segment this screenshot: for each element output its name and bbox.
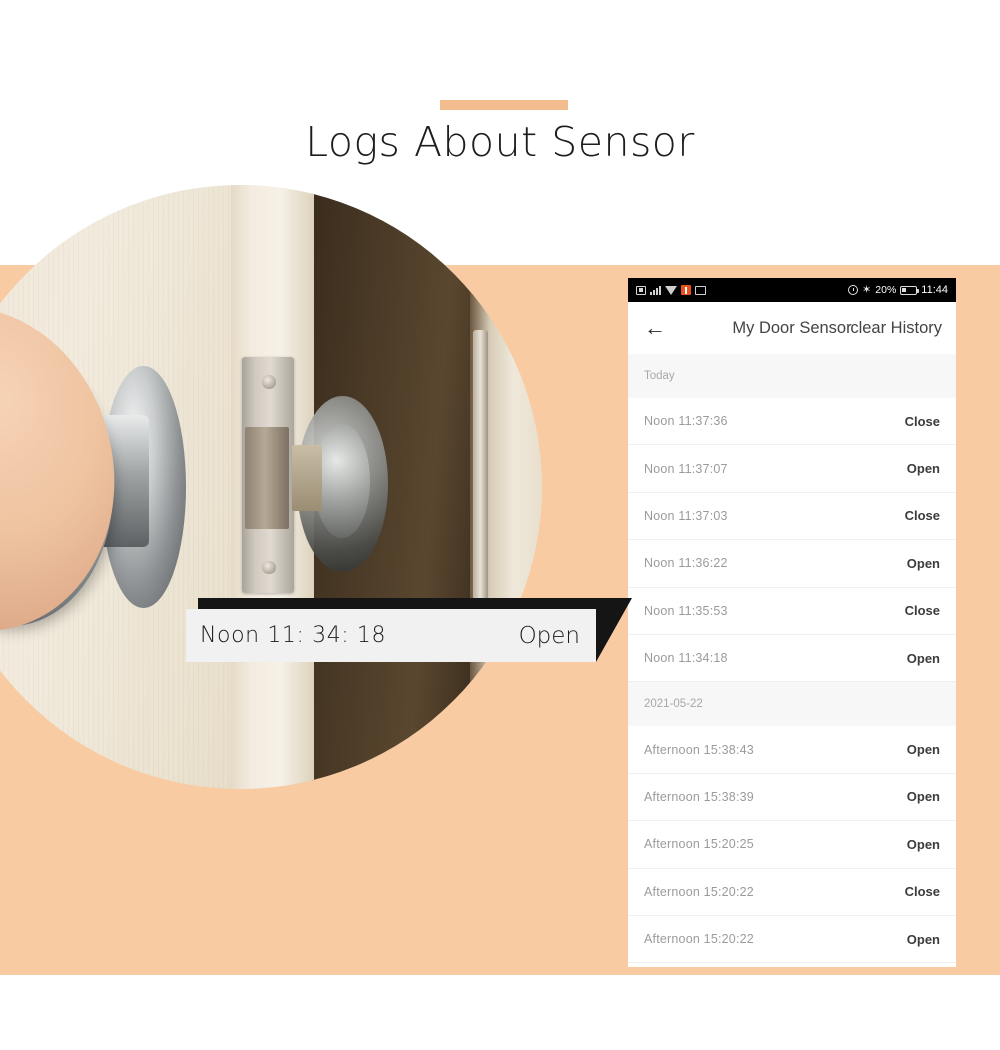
sd-card-icon (695, 285, 706, 295)
strike-hole (245, 426, 289, 530)
latch-bolt (291, 444, 323, 512)
phone-screenshot: ✶ 20% 11:44 ← My Door Sensor clear Histo… (628, 278, 956, 967)
table-row[interactable]: Noon 11:35:53 Close (628, 587, 956, 635)
bluetooth-icon: ✶ (862, 283, 872, 296)
group-header-date: 2021-05-22 (628, 682, 956, 727)
rear-knob-ring (314, 423, 370, 539)
title-accent-bar (440, 100, 568, 110)
table-row[interactable]: Afternoon 15:20:25 Open (628, 821, 956, 869)
log-time: Afternoon 15:20:22 (644, 884, 754, 899)
status-bar-left (636, 285, 706, 295)
table-row[interactable]: Afternoon 15:38:43 Open (628, 726, 956, 774)
battery-percent: 20% (875, 284, 897, 296)
table-row[interactable]: Noon 11:36:22 Open (628, 540, 956, 588)
log-state: Open (906, 931, 940, 947)
log-time: Noon 11:37:03 (644, 508, 728, 523)
clear-history-button[interactable]: clear History (850, 319, 942, 338)
status-bar-clock: 11:44 (921, 284, 948, 296)
door-knob-photo (0, 185, 542, 789)
signal-icon (650, 285, 661, 295)
callout-pointer-arrow (596, 598, 632, 662)
alert-icon (681, 285, 691, 295)
log-time: Afternoon 15:38:39 (644, 789, 754, 804)
table-row[interactable]: Afternoon 15:38:39 Open (628, 773, 956, 822)
log-time: Noon 11:35:53 (644, 603, 728, 618)
log-time: Afternoon 15:38:43 (644, 742, 754, 757)
log-state: Open (906, 836, 940, 852)
table-row[interactable]: Noon 11:37:07 Open (628, 445, 956, 493)
log-state: Close (904, 413, 940, 429)
page-root: Logs About Sensor Noon 11: 34: 18 Open ✶… (0, 0, 1000, 1050)
wifi-icon (665, 285, 677, 295)
highlight-callout: Noon 11: 34: 18 Open (186, 598, 632, 662)
log-state: Close (904, 884, 940, 900)
log-state: Open (906, 742, 940, 758)
status-bar: ✶ 20% 11:44 (628, 278, 956, 302)
log-time: Noon 11:37:36 (644, 414, 728, 429)
log-time: Afternoon 15:20:25 (644, 837, 754, 852)
sim-icon (636, 285, 646, 295)
table-row[interactable]: Noon 11:34:18 Open (628, 634, 956, 683)
log-time: Noon 11:37:07 (644, 461, 728, 476)
callout-top-bar (198, 598, 608, 609)
table-row[interactable]: Noon 11:37:36 Close (628, 398, 956, 446)
table-row[interactable]: Afternoon 15:20:22 Close (628, 868, 956, 916)
photo-inner (0, 185, 542, 789)
table-row[interactable]: Noon 11:37:03 Close (628, 492, 956, 541)
log-state: Open (906, 650, 940, 666)
alarm-clock-icon (848, 285, 859, 295)
log-state: Close (904, 603, 940, 619)
battery-icon (900, 285, 920, 295)
page-title: Logs About Sensor (305, 118, 695, 166)
callout-time: Noon 11: 34: 18 (200, 623, 387, 648)
log-time: Afternoon 15:20:22 (644, 932, 754, 947)
log-list[interactable]: Today Noon 11:37:36 Close Noon 11:37:07 … (628, 354, 956, 964)
log-time: Noon 11:34:18 (644, 651, 728, 666)
callout-state: Open (518, 622, 580, 649)
app-bar: ← My Door Sensor clear History (628, 302, 956, 354)
log-state: Close (904, 508, 940, 524)
status-bar-right: ✶ 20% 11:44 (848, 284, 948, 296)
strike-screw-top (262, 375, 276, 389)
group-header-today: Today (628, 354, 956, 398)
log-state: Open (906, 789, 940, 805)
door-edge-strip (472, 329, 489, 632)
table-row[interactable]: Afternoon 15:20:22 Open (628, 915, 956, 964)
log-time: Noon 11:36:22 (644, 556, 728, 571)
callout-body: Noon 11: 34: 18 Open (186, 609, 596, 662)
strike-screw-bottom (262, 560, 276, 574)
log-state: Open (906, 461, 940, 477)
log-state: Open (906, 555, 940, 571)
